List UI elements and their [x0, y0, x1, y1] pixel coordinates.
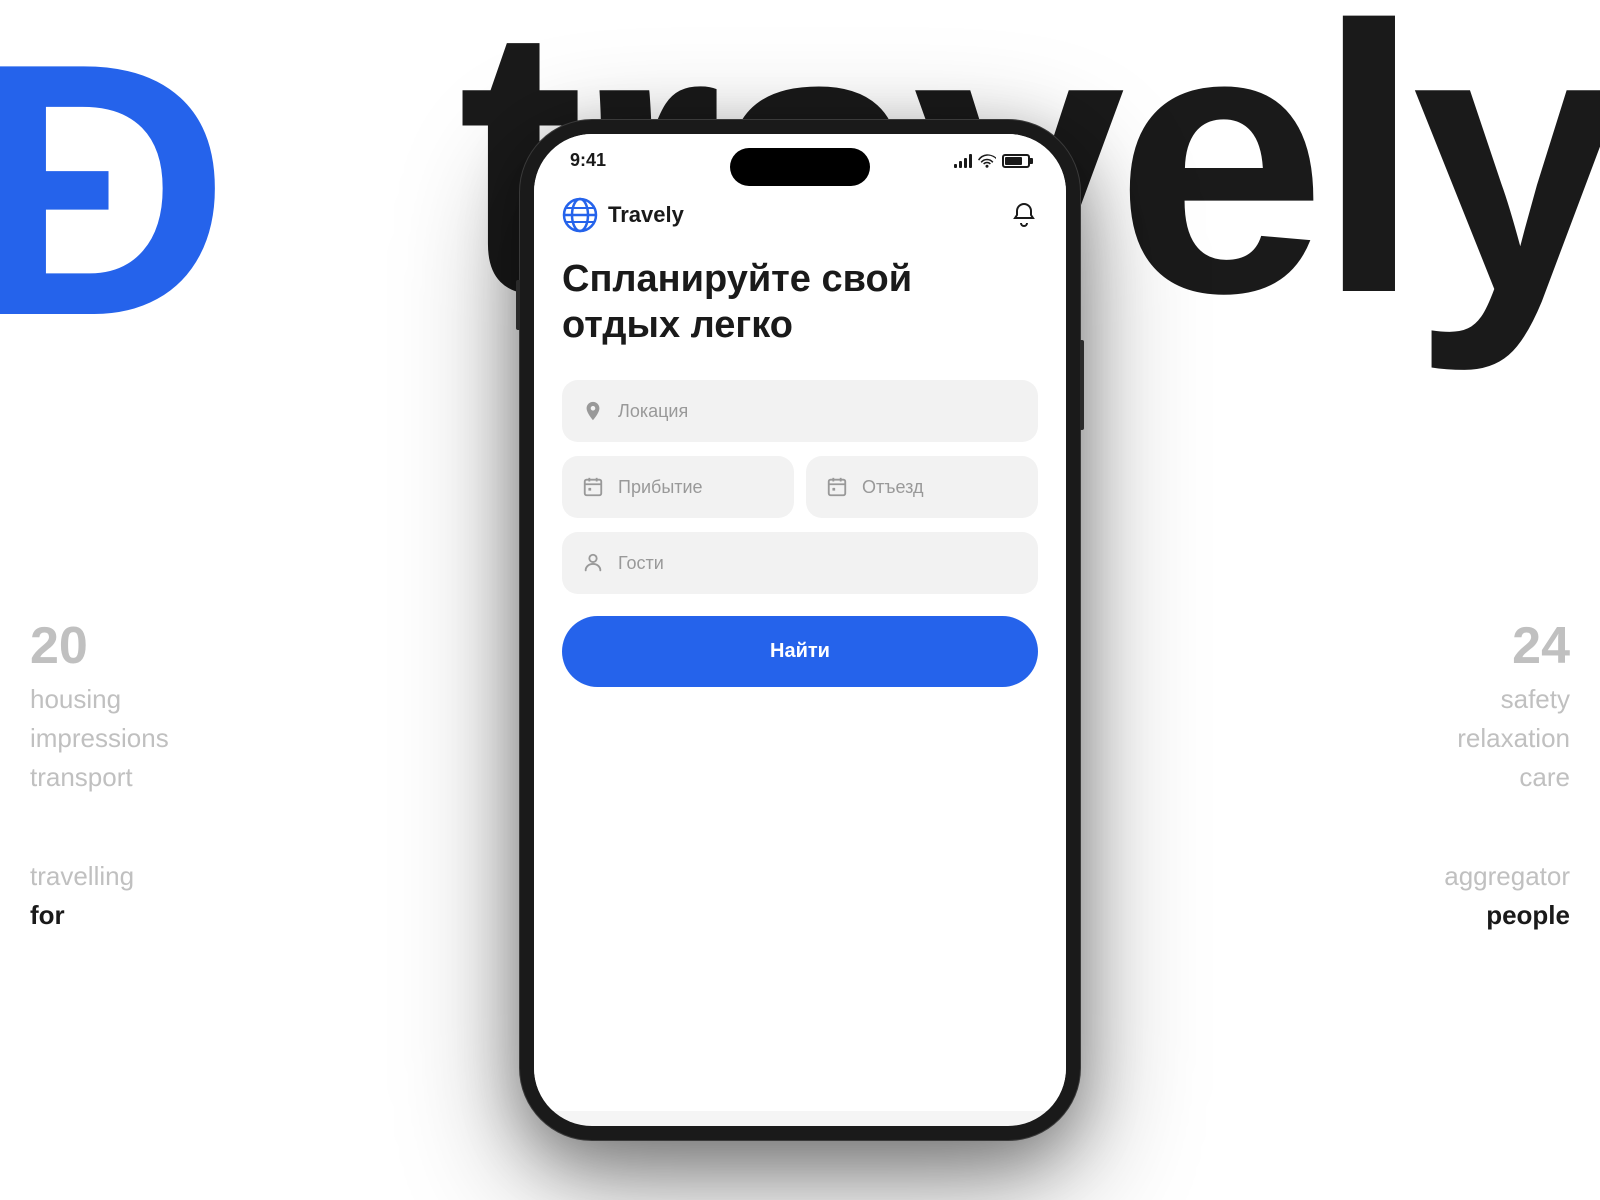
person-icon	[582, 552, 604, 574]
app-logo: Travely	[562, 197, 684, 233]
date-row: Прибытие Отъезд	[562, 456, 1038, 518]
location-icon	[582, 400, 604, 422]
phone-frame: 9:41	[520, 120, 1080, 1140]
bell-icon[interactable]	[1010, 201, 1038, 229]
right-number: 24	[1444, 620, 1570, 672]
app-name-label: Travely	[608, 202, 684, 228]
calendar-departure-icon	[826, 476, 848, 498]
status-time: 9:41	[570, 150, 606, 171]
main-heading: Спланируйте свой отдых легко	[562, 257, 1038, 348]
arrival-placeholder: Прибытие	[618, 477, 703, 498]
search-button-label: Найти	[770, 640, 830, 663]
right-items: safety relaxation care	[1444, 680, 1570, 797]
right-item-2: relaxation	[1444, 719, 1570, 758]
location-field[interactable]: Локация	[562, 380, 1038, 442]
guests-field[interactable]: Гости	[562, 532, 1038, 594]
left-number: 20	[30, 620, 169, 672]
dynamic-island	[730, 148, 870, 186]
left-item-3: transport	[30, 758, 169, 797]
app-header: Travely	[562, 179, 1038, 257]
globe-icon	[562, 197, 598, 233]
side-left-info: 20 housing impressions transport travell…	[30, 620, 169, 935]
app-content: Travely Спланируйте свой отдых легко	[534, 179, 1066, 1111]
left-bottom-text: travelling for	[30, 857, 169, 935]
departure-placeholder: Отъезд	[862, 477, 923, 498]
location-placeholder: Локация	[618, 401, 688, 422]
side-right-info: 24 safety relaxation care aggregator peo…	[1444, 620, 1570, 935]
right-item-1: safety	[1444, 680, 1570, 719]
left-item-2: impressions	[30, 719, 169, 758]
departure-field[interactable]: Отъезд	[806, 456, 1038, 518]
signal-icon	[954, 154, 972, 168]
arrival-field[interactable]: Прибытие	[562, 456, 794, 518]
search-form: Локация Прибытие	[562, 380, 1038, 687]
guests-placeholder: Гости	[618, 553, 664, 574]
right-bottom-text: aggregator people	[1444, 857, 1570, 935]
phone-screen: 9:41	[534, 134, 1066, 1126]
background-logo-symbol: Ɖ	[0, 10, 230, 370]
left-items: housing impressions transport	[30, 680, 169, 797]
status-bar: 9:41	[534, 134, 1066, 179]
status-icons	[954, 154, 1030, 168]
battery-icon	[1002, 154, 1030, 168]
search-button[interactable]: Найти	[562, 616, 1038, 687]
calendar-arrival-icon	[582, 476, 604, 498]
wifi-icon	[978, 154, 996, 168]
right-item-3: care	[1444, 758, 1570, 797]
phone-mockup: 9:41	[520, 120, 1080, 1140]
left-item-1: housing	[30, 680, 169, 719]
